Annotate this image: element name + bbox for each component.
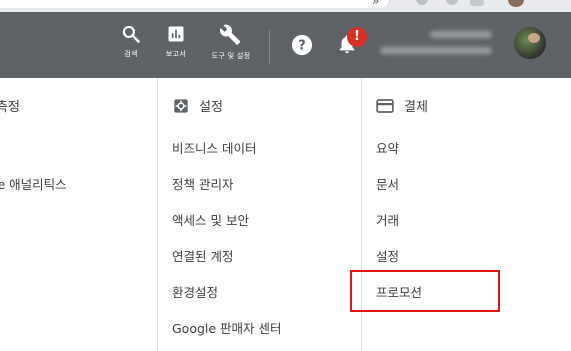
expand-icon[interactable]: » xyxy=(372,0,379,8)
reports-tool-button[interactable]: 보고서 xyxy=(148,24,204,59)
menu-item-billing-settings[interactable]: 설정 xyxy=(376,246,399,265)
wrench-icon xyxy=(220,24,241,45)
menu-item-merchant-center[interactable]: Google 판매자 센터 xyxy=(172,318,282,337)
reports-tool-label: 보고서 xyxy=(165,50,187,58)
reports-icon xyxy=(168,26,184,42)
measurement-column-header: 측정 xyxy=(0,96,20,115)
notification-badge: ! xyxy=(347,27,367,47)
menu-item-preferences[interactable]: 환경설정 xyxy=(172,282,218,301)
account-info[interactable] xyxy=(380,26,508,64)
menu-item-policy-manager[interactable]: 정책 관리자 xyxy=(172,174,233,193)
header-divider xyxy=(269,30,270,64)
billing-title: 결제 xyxy=(404,100,428,115)
menu-item-access-security[interactable]: 액세스 및 보안 xyxy=(172,210,249,229)
account-email-redacted xyxy=(380,47,492,54)
setup-title: 설정 xyxy=(199,100,223,115)
setup-column-header: 설정 xyxy=(173,96,223,115)
address-bar[interactable] xyxy=(0,0,390,8)
help-button[interactable]: ? xyxy=(291,34,313,60)
tools-settings-label: 도구 및 설정 xyxy=(211,52,251,60)
promotion-highlight-box xyxy=(350,270,500,312)
search-icon xyxy=(122,25,140,43)
column-divider xyxy=(157,78,158,351)
account-id-redacted xyxy=(430,31,492,38)
menu-item-summary[interactable]: 요약 xyxy=(376,138,399,157)
billing-column-header: 결제 xyxy=(376,96,428,115)
menu-item-analytics[interactable]: le 애널리틱스 xyxy=(0,174,67,193)
menu-item-business-data[interactable]: 비즈니스 데이터 xyxy=(172,138,256,157)
extension-icon[interactable] xyxy=(470,0,484,6)
tools-settings-button[interactable]: 도구 및 설정 xyxy=(203,24,259,61)
profile-icon[interactable] xyxy=(508,0,524,7)
credit-card-icon xyxy=(376,98,394,113)
measurement-title: 측정 xyxy=(0,100,20,115)
extension-icon[interactable] xyxy=(416,0,428,5)
menu-item-documents[interactable]: 문서 xyxy=(376,174,399,193)
menu-item-transactions[interactable]: 거래 xyxy=(376,210,399,229)
browser-toolbar-strip: » xyxy=(0,0,571,12)
gear-icon xyxy=(174,98,188,113)
app-header: 검색 보고서 도구 및 설정 ? ! xyxy=(0,12,571,78)
extension-icon[interactable] xyxy=(446,0,458,5)
menu-item-linked-accounts[interactable]: 연결된 계정 xyxy=(172,246,233,265)
svg-text:?: ? xyxy=(298,39,305,54)
avatar[interactable] xyxy=(514,27,546,59)
help-icon: ? xyxy=(291,34,313,56)
